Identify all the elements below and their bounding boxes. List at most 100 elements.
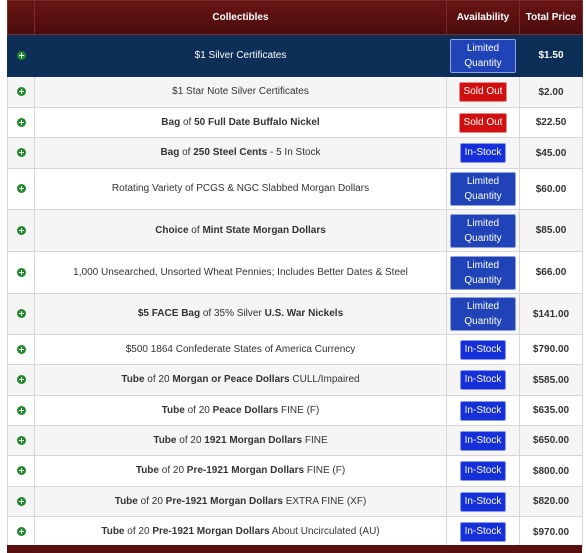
total-price: $60.00 (519, 168, 583, 210)
table-row[interactable]: Choice of Mint State Morgan Dollars Limit… (7, 209, 583, 252)
expand-plus-icon[interactable] (16, 184, 26, 194)
table-row[interactable]: Bag of 250 Steel Cents - 5 In Stock In-St… (7, 137, 583, 169)
expand-column-header (7, 0, 35, 35)
item-description-part: $1 Silver Certificates (194, 49, 287, 61)
table-row[interactable]: Bag of 50 Full Date Buffalo Nickel Sold O… (7, 107, 583, 138)
total-price: $45.00 (519, 137, 583, 169)
collectibles-table: Collectibles Availability Total Price $1… (7, 0, 583, 548)
item-description-part: Tube (121, 374, 145, 385)
expand-plus-icon[interactable] (16, 117, 26, 127)
item-description-part: of (180, 116, 195, 128)
item-description: $1 Silver Certificates (34, 34, 447, 77)
total-price: $970.00 (519, 516, 583, 548)
item-description-part: of 20 (176, 434, 205, 446)
table-row[interactable]: Tube of 20 Morgan or Peace Dollars CULL/… (7, 364, 583, 396)
expand-plus-icon[interactable] (16, 50, 26, 60)
expand-plus-icon[interactable] (16, 225, 26, 235)
expand-plus-icon[interactable] (16, 309, 26, 319)
total-price: $650.00 (519, 425, 583, 456)
item-description: Tube of 20 Pre-1921 Morgan Dollars FINE … (34, 455, 447, 487)
expand-plus-icon[interactable] (16, 87, 26, 97)
availability-badge: Sold Out (458, 82, 508, 102)
expand-plus-icon[interactable] (16, 148, 26, 158)
item-description: Choice of Mint State Morgan Dollars (34, 209, 447, 252)
availability-badge: Limited Quantity (450, 297, 516, 331)
item-description-part: CULL/Impaired (289, 374, 360, 385)
table-row[interactable]: Tube of 20 Pre-1921 Morgan Dollars EXTRA… (7, 486, 583, 517)
availability-cell: Limited Quantity (446, 251, 520, 294)
item-description-part: Rotating Variety of PCGS & NGC Slabbed M… (111, 183, 370, 194)
expand-plus-icon[interactable] (16, 527, 26, 537)
item-description-part: of 20 (124, 526, 153, 537)
availability-cell: Limited Quantity (446, 168, 520, 210)
table-row[interactable]: Tube of 20 Pre-1921 Morgan Dollars About… (7, 516, 583, 548)
item-description: $1 Star Note Silver Certificates (34, 76, 447, 108)
availability-badge: Limited Quantity (450, 38, 516, 73)
expand-plus-icon[interactable] (16, 466, 26, 476)
availability-badge: In-Stock (459, 370, 507, 390)
expand-plus-icon[interactable] (16, 496, 26, 506)
availability-badge: In-Stock (459, 430, 507, 451)
item-description: Tube of 20 Pre-1921 Morgan Dollars About… (34, 516, 447, 548)
table-row[interactable]: $500 1864 Confederate States of America … (7, 334, 583, 365)
expand-plus-icon[interactable] (16, 405, 26, 415)
expand-cell (7, 293, 35, 335)
item-description-part: 1,000 Unsearched, Unsorted Wheat Pennies… (73, 266, 408, 278)
item-description-part: of 20 (158, 465, 187, 476)
item-description-part: About Uncirculated (AU) (269, 526, 380, 537)
expand-plus-icon[interactable] (16, 435, 26, 445)
item-description-part: Tube (153, 434, 177, 446)
table-row[interactable]: 1,000 Unsearched, Unsorted Wheat Pennies… (7, 251, 583, 294)
collectibles-table-container: Collectibles Availability Total Price $1… (7, 0, 583, 553)
item-description: Tube of 20 Peace Dollars FINE (F) (34, 395, 447, 426)
item-description-part: of (200, 308, 214, 319)
item-description-part: Pre-1921 Morgan Dollars (186, 465, 305, 476)
item-description-part: Peace Dollars (212, 404, 279, 416)
availability-badge: In-Stock (459, 339, 507, 360)
expand-cell (7, 516, 35, 548)
table-body: $1 Silver Certificates Limited Quantity $1… (7, 34, 583, 548)
item-description-part: of (188, 224, 203, 236)
item-description-part: Tube (135, 465, 159, 476)
availability-column-header[interactable]: Availability (446, 0, 520, 35)
availability-cell: Limited Quantity (446, 293, 520, 335)
availability-cell: Limited Quantity (446, 209, 520, 252)
expand-cell (7, 137, 35, 169)
availability-badge: In-Stock (459, 522, 507, 542)
expand-plus-icon[interactable] (16, 267, 26, 277)
item-description: 1,000 Unsearched, Unsorted Wheat Pennies… (34, 251, 447, 294)
availability-cell: In-Stock (446, 425, 520, 456)
item-description-part: Morgan or Peace Dollars (172, 374, 290, 385)
expand-cell (7, 486, 35, 517)
item-description-part: of (179, 147, 194, 158)
expand-cell (7, 425, 35, 456)
availability-cell: Limited Quantity (446, 34, 520, 77)
expand-plus-icon[interactable] (16, 344, 26, 354)
expand-cell (7, 455, 35, 487)
item-description-part: $1 Star Note Silver Certificates (172, 86, 309, 97)
table-row[interactable]: $1 Star Note Silver Certificates Sold Out… (7, 76, 583, 108)
item-description-part: - 5 In Stock (267, 147, 321, 158)
item-description-part: $5 FACE Bag (137, 308, 201, 319)
expand-cell (7, 76, 35, 108)
expand-cell (7, 364, 35, 396)
item-description-part: 250 Steel Cents (193, 147, 268, 158)
item-description-part: $500 1864 Confederate States of America … (125, 343, 356, 355)
availability-badge: Sold Out (458, 112, 508, 133)
expand-plus-icon[interactable] (16, 375, 26, 385)
total-price-column-header[interactable]: Total Price (519, 0, 583, 35)
table-row[interactable]: Tube of 20 1921 Morgan Dollars FINE In-St… (7, 425, 583, 456)
table-header-row: Collectibles Availability Total Price (7, 0, 583, 35)
table-row[interactable]: $1 Silver Certificates Limited Quantity $1… (7, 34, 583, 77)
collectibles-column-header[interactable]: Collectibles (34, 0, 447, 35)
availability-cell: Sold Out (446, 76, 520, 108)
item-description-part: of 20 (137, 495, 166, 507)
item-description: Bag of 250 Steel Cents - 5 In Stock (34, 137, 447, 169)
item-description-part: Pre-1921 Morgan Dollars (152, 526, 270, 537)
table-row[interactable]: Tube of 20 Pre-1921 Morgan Dollars FINE … (7, 455, 583, 487)
table-row[interactable]: Rotating Variety of PCGS & NGC Slabbed M… (7, 168, 583, 210)
item-description-part: 35% (214, 308, 235, 319)
total-price: $66.00 (519, 251, 583, 294)
table-row[interactable]: Tube of 20 Peace Dollars FINE (F) In-Stoc… (7, 395, 583, 426)
table-row[interactable]: $5 FACE Bag of 35% Silver U.S. War Nicke… (7, 293, 583, 335)
